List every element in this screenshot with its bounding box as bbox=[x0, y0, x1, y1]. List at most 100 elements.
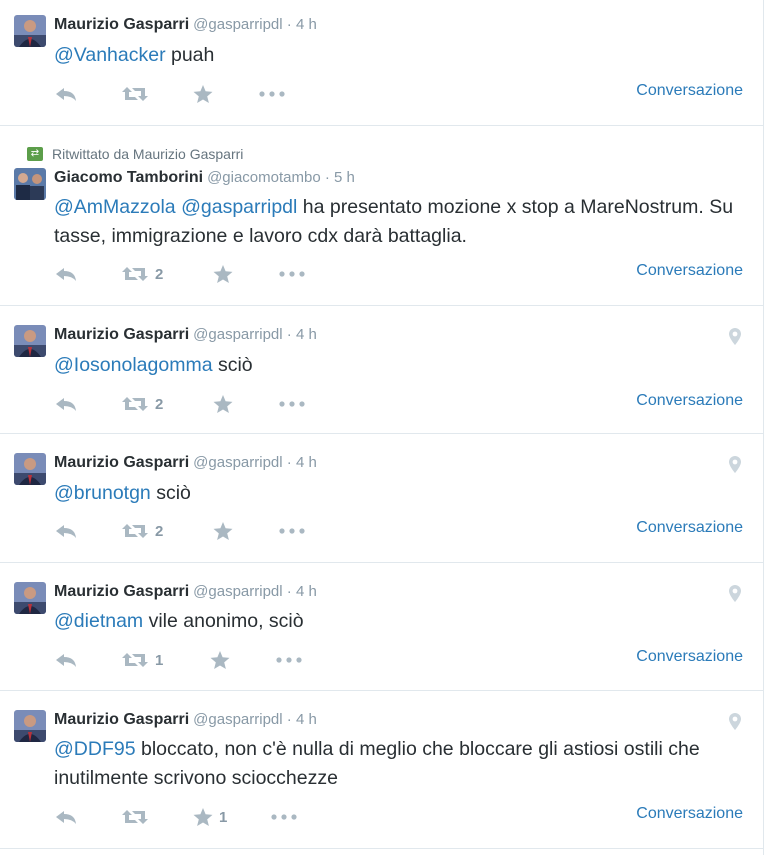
reply-icon bbox=[56, 88, 76, 101]
tweet-item[interactable]: Maurizio Gasparri @gasparripdl · 4 h @die… bbox=[0, 563, 763, 691]
tweet-time[interactable]: 5 h bbox=[334, 169, 355, 186]
tweet-time[interactable]: 4 h bbox=[296, 583, 317, 600]
conversation-link[interactable]: Conversazione bbox=[636, 805, 743, 823]
tweet-text: @DDF95 bloccato, non c'è nulla di meglio… bbox=[54, 735, 743, 793]
author-name[interactable]: Maurizio Gasparri bbox=[54, 454, 189, 471]
retweet-icon bbox=[122, 653, 148, 667]
mention-link[interactable]: @AmMazzola bbox=[54, 196, 176, 218]
tweet-body: vile anonimo, sciò bbox=[143, 610, 304, 632]
mention-link[interactable]: @Vanhacker bbox=[54, 44, 166, 66]
author-name[interactable]: Maurizio Gasparri bbox=[54, 583, 189, 600]
conversation-link[interactable]: Conversazione bbox=[636, 262, 743, 280]
reply-icon bbox=[56, 811, 76, 824]
tweet-time[interactable]: 4 h bbox=[296, 326, 317, 343]
more-icon bbox=[279, 528, 305, 534]
retweet-button[interactable]: 2 bbox=[121, 266, 213, 283]
tweet-item[interactable]: Maurizio Gasparri @gasparripdl · 4 h @Ios… bbox=[0, 306, 763, 434]
avatar[interactable] bbox=[14, 168, 46, 200]
mention-link[interactable]: @dietnam bbox=[54, 610, 143, 632]
author-name[interactable]: Giacomo Tamborini bbox=[54, 169, 203, 186]
retweet-button[interactable] bbox=[121, 809, 193, 825]
reply-button[interactable] bbox=[54, 266, 121, 282]
retweet-icon bbox=[122, 810, 148, 824]
separator-dot: · bbox=[282, 326, 296, 343]
retweet-icon bbox=[122, 87, 148, 101]
more-button[interactable] bbox=[259, 91, 285, 97]
more-icon bbox=[271, 814, 297, 820]
author-handle[interactable]: @gasparripdl bbox=[193, 583, 282, 600]
more-button[interactable] bbox=[279, 528, 305, 534]
conversation-link[interactable]: Conversazione bbox=[636, 392, 743, 410]
tweet-item[interactable]: Maurizio Gasparri @gasparripdl · 4 h @DDF… bbox=[0, 691, 763, 849]
mention-link[interactable]: @DDF95 bbox=[54, 738, 136, 760]
mention-link[interactable]: @brunotgn bbox=[54, 482, 151, 504]
more-button[interactable] bbox=[279, 401, 305, 407]
favorite-button[interactable] bbox=[213, 521, 279, 541]
tweet-body: bloccato, non c'è nulla di meglio che bl… bbox=[54, 738, 700, 789]
retweeted-by-label[interactable]: Ritwittato da Maurizio Gasparri bbox=[52, 146, 243, 162]
tweet-body: sciò bbox=[150, 482, 191, 504]
tweet-item[interactable]: Maurizio Gasparri @gasparripdl · 4 h @Van… bbox=[0, 0, 763, 126]
author-handle[interactable]: @gasparripdl bbox=[193, 454, 282, 471]
retweet-button[interactable] bbox=[121, 86, 193, 102]
retweet-icon bbox=[122, 524, 148, 538]
more-button[interactable] bbox=[279, 271, 305, 277]
separator-dot: · bbox=[282, 454, 296, 471]
favorite-button[interactable] bbox=[213, 394, 279, 414]
author-name[interactable]: Maurizio Gasparri bbox=[54, 711, 189, 728]
retweet-count: 2 bbox=[155, 395, 164, 413]
tweet-time[interactable]: 4 h bbox=[296, 711, 317, 728]
avatar[interactable] bbox=[14, 15, 46, 47]
reply-button[interactable] bbox=[54, 652, 121, 668]
tweet-actions: 2 bbox=[54, 393, 305, 415]
retweet-button[interactable]: 1 bbox=[121, 652, 210, 669]
tweet-actions: 1 bbox=[54, 806, 297, 828]
avatar[interactable] bbox=[14, 710, 46, 742]
star-icon bbox=[193, 807, 213, 826]
tweet-timeline: Maurizio Gasparri @gasparripdl · 4 h @Van… bbox=[0, 0, 764, 855]
tweet-body: puah bbox=[165, 44, 215, 66]
author-handle[interactable]: @gasparripdl bbox=[193, 711, 282, 728]
conversation-link[interactable]: Conversazione bbox=[636, 519, 743, 537]
more-button[interactable] bbox=[276, 657, 302, 663]
tweet-header: Maurizio Gasparri @gasparripdl · 4 h bbox=[54, 16, 317, 34]
author-name[interactable]: Maurizio Gasparri bbox=[54, 16, 189, 33]
more-button[interactable] bbox=[271, 814, 297, 820]
avatar[interactable] bbox=[14, 453, 46, 485]
reply-button[interactable] bbox=[54, 396, 121, 412]
location-pin-icon[interactable] bbox=[729, 456, 741, 473]
favorite-button[interactable] bbox=[210, 650, 276, 670]
author-handle[interactable]: @giacomotambo bbox=[207, 169, 321, 186]
author-handle[interactable]: @gasparripdl bbox=[193, 326, 282, 343]
author-name[interactable]: Maurizio Gasparri bbox=[54, 326, 189, 343]
retweet-count: 1 bbox=[155, 651, 164, 669]
tweet-actions: 2 bbox=[54, 520, 305, 542]
tweet-text: @brunotgn sciò bbox=[54, 479, 743, 508]
conversation-link[interactable]: Conversazione bbox=[636, 648, 743, 666]
mention-link[interactable]: @gasparripdl bbox=[181, 196, 297, 218]
retweet-count: 2 bbox=[155, 522, 164, 540]
tweet-time[interactable]: 4 h bbox=[296, 454, 317, 471]
avatar[interactable] bbox=[14, 582, 46, 614]
location-pin-icon[interactable] bbox=[729, 585, 741, 602]
more-icon bbox=[279, 271, 305, 277]
tweet-actions: 1 bbox=[54, 649, 302, 671]
conversation-link[interactable]: Conversazione bbox=[636, 82, 743, 100]
reply-button[interactable] bbox=[54, 523, 121, 539]
tweet-item[interactable]: ⇄ Ritwittato da Maurizio Gasparri Giacomo… bbox=[0, 126, 763, 306]
avatar[interactable] bbox=[14, 325, 46, 357]
favorite-button[interactable] bbox=[193, 84, 259, 104]
reply-button[interactable] bbox=[54, 809, 121, 825]
location-pin-icon[interactable] bbox=[729, 328, 741, 345]
tweet-item[interactable]: Maurizio Gasparri @gasparripdl · 4 h @bru… bbox=[0, 434, 763, 563]
retweet-button[interactable]: 2 bbox=[121, 396, 213, 413]
favorite-button[interactable] bbox=[213, 264, 279, 284]
favorite-button[interactable]: 1 bbox=[193, 807, 271, 827]
tweet-time[interactable]: 4 h bbox=[296, 16, 317, 33]
more-icon bbox=[276, 657, 302, 663]
mention-link[interactable]: @Iosonolagomma bbox=[54, 354, 213, 376]
location-pin-icon[interactable] bbox=[729, 713, 741, 730]
retweet-button[interactable]: 2 bbox=[121, 523, 213, 540]
author-handle[interactable]: @gasparripdl bbox=[193, 16, 282, 33]
reply-button[interactable] bbox=[54, 86, 121, 102]
